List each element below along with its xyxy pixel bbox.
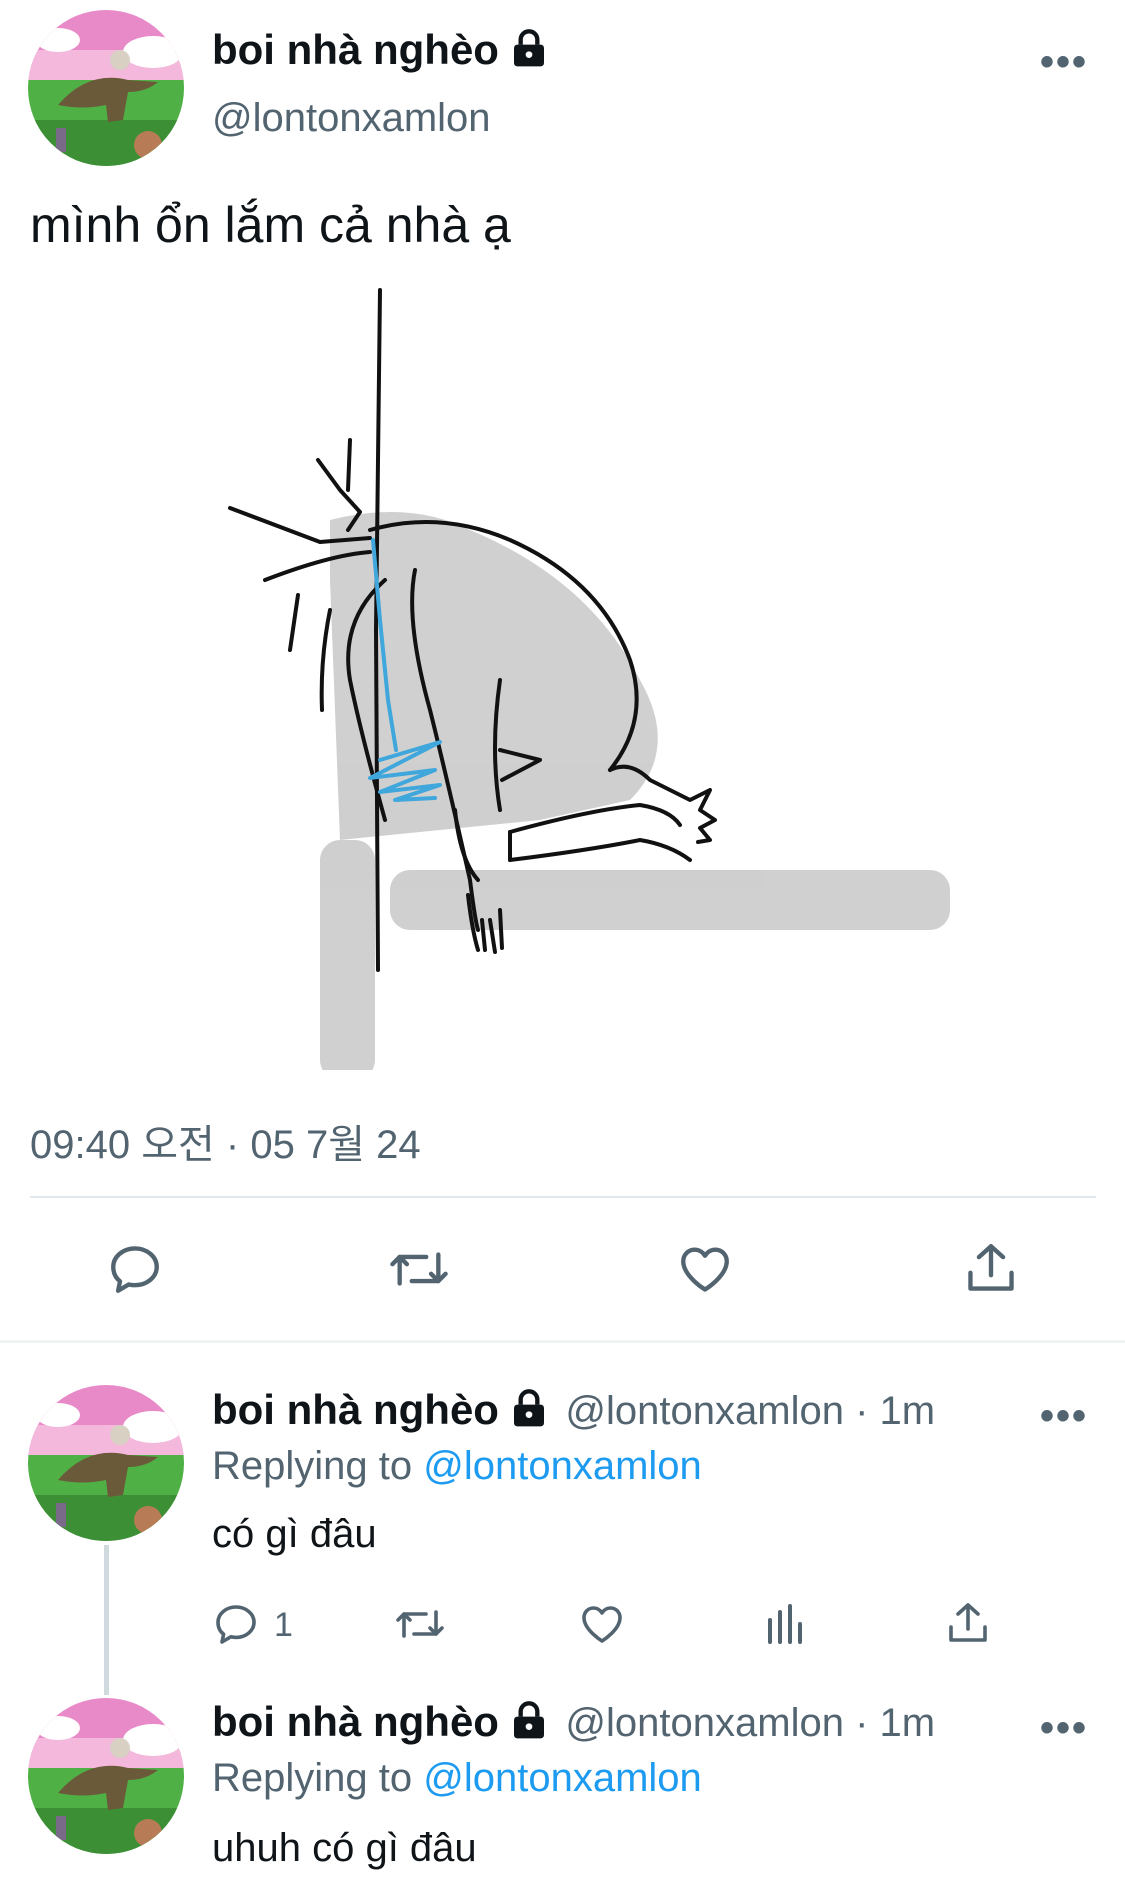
replying-to: Replying to @lontonxamlon — [212, 1756, 702, 1801]
replying-to-label: Replying to — [212, 1444, 424, 1488]
display-name-text: boi nhà nghèo — [212, 26, 499, 73]
reply-count: 1 — [274, 1606, 293, 1644]
replying-to: Replying to @lontonxamlon — [212, 1444, 702, 1489]
handle-time[interactable]: @lontonxamlon · 1m — [565, 1389, 935, 1433]
tweet-timestamp[interactable]: 09:40 오전 · 05 7월 24 — [30, 1112, 421, 1170]
lock-icon — [509, 1700, 549, 1745]
reply-text: uhuh có gì đâu — [212, 1826, 477, 1870]
more-options-icon[interactable]: ••• — [1040, 1706, 1088, 1751]
handle-time[interactable]: @lontonxamlon · 1m — [565, 1701, 935, 1745]
more-options-icon[interactable]: ••• — [1040, 40, 1088, 85]
reply-text: có gì đâu — [212, 1512, 377, 1556]
avatar[interactable] — [28, 1698, 184, 1854]
reply-header: boi nhà nghèo @lontonxamlon · 1m — [212, 1386, 935, 1434]
tweet-image[interactable] — [210, 280, 970, 1080]
display-name[interactable]: boi nhà nghèo — [212, 1386, 499, 1433]
share-icon[interactable] — [944, 1598, 992, 1653]
share-icon[interactable] — [962, 1238, 1020, 1303]
lock-icon — [509, 28, 549, 78]
display-name[interactable]: boi nhà nghèo — [212, 1698, 499, 1745]
divider — [0, 1340, 1125, 1343]
reply-icon[interactable] — [212, 1600, 260, 1653]
more-options-icon[interactable]: ••• — [1040, 1394, 1088, 1439]
reply-header: boi nhà nghèo @lontonxamlon · 1m — [212, 1698, 935, 1746]
like-icon[interactable] — [578, 1600, 626, 1653]
lock-icon — [509, 1388, 549, 1433]
analytics-icon[interactable] — [762, 1600, 810, 1653]
avatar[interactable] — [28, 10, 184, 166]
avatar[interactable] — [28, 1385, 184, 1541]
like-icon[interactable] — [676, 1240, 734, 1303]
retweet-icon[interactable] — [386, 1240, 452, 1303]
tweet-text: mình ổn lắm cả nhà ạ — [30, 197, 511, 253]
replying-to-link[interactable]: @lontonxamlon — [423, 1444, 702, 1488]
thread-line — [104, 1545, 109, 1695]
divider — [30, 1196, 1096, 1198]
display-name[interactable]: boi nhà nghèo — [212, 26, 549, 78]
replying-to-label: Replying to — [212, 1756, 424, 1800]
replying-to-link[interactable]: @lontonxamlon — [423, 1756, 702, 1800]
reply-icon[interactable] — [106, 1240, 164, 1303]
handle[interactable]: @lontonxamlon — [212, 96, 491, 141]
retweet-icon[interactable] — [392, 1600, 448, 1653]
